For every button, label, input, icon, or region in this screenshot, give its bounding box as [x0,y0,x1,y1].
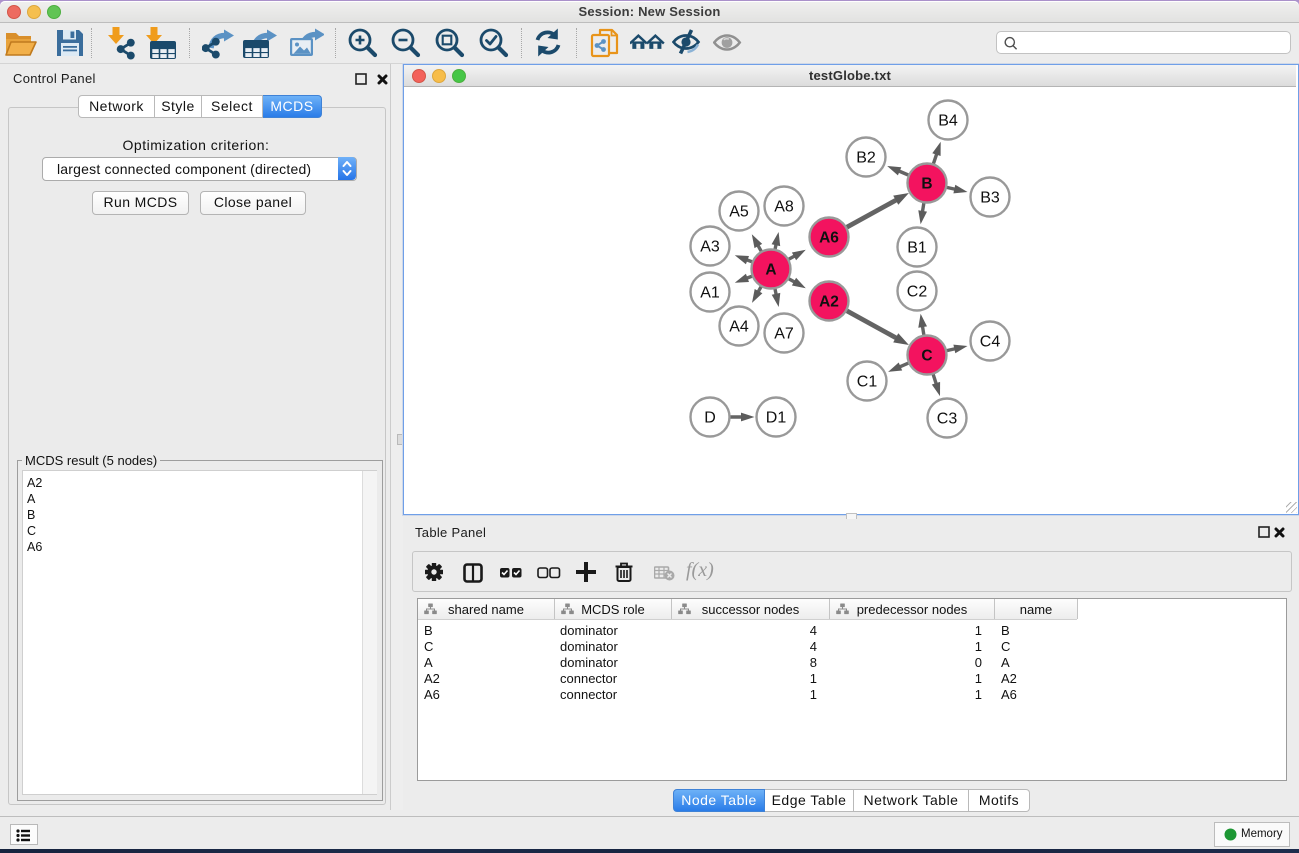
svg-text:B: B [921,176,932,193]
svg-text:A4: A4 [729,319,749,336]
svg-text:B3: B3 [980,190,1000,207]
svg-text:A3: A3 [700,239,720,256]
svg-text:A2: A2 [819,294,839,311]
svg-text:B1: B1 [907,240,927,257]
svg-text:f(x): f(x) [686,560,714,581]
svg-text:B2: B2 [856,150,876,167]
svg-text:D1: D1 [766,410,787,427]
svg-text:A7: A7 [774,326,794,343]
svg-text:C: C [921,348,932,365]
svg-text:A1: A1 [700,285,720,302]
svg-text:A8: A8 [774,199,794,216]
svg-text:A5: A5 [729,204,749,221]
svg-text:A6: A6 [819,230,839,247]
svg-text:B4: B4 [938,113,958,130]
svg-text:C3: C3 [937,411,958,428]
svg-text:C4: C4 [980,334,1001,351]
svg-text:C1: C1 [857,374,878,391]
svg-text:C2: C2 [907,284,928,301]
svg-text:A: A [765,262,776,279]
svg-text:D: D [704,410,716,427]
